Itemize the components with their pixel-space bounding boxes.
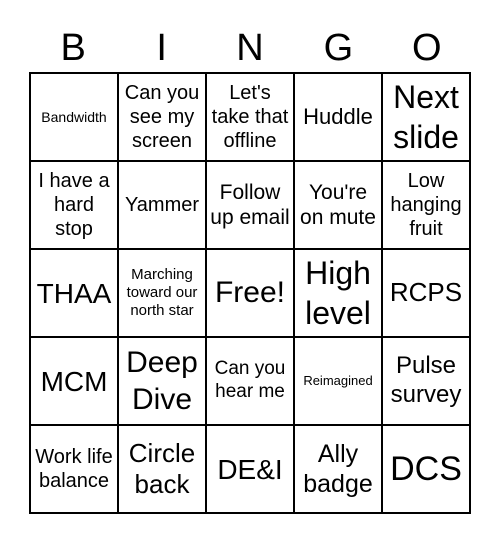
bingo-cell[interactable]: Can you hear me — [206, 337, 294, 425]
header-letter-b: B — [60, 27, 86, 69]
bingo-cell[interactable]: Work life balance — [30, 425, 118, 513]
bingo-cell[interactable]: Bandwidth — [30, 73, 118, 161]
bingo-header: B I N G O — [29, 26, 471, 70]
bingo-cell[interactable]: High level — [294, 249, 382, 337]
header-letter-n: N — [236, 27, 264, 69]
bingo-cell[interactable]: DCS — [382, 425, 470, 513]
bingo-cell[interactable]: Low hanging fruit — [382, 161, 470, 249]
header-letter-i: I — [156, 27, 167, 69]
bingo-grid: Bandwidth Can you see my screen Let's take… — [29, 72, 471, 514]
bingo-cell[interactable]: Huddle — [294, 73, 382, 161]
bingo-cell[interactable]: Can you see my screen — [118, 73, 206, 161]
header-letter-o: O — [412, 27, 442, 69]
bingo-cell[interactable]: Next slide — [382, 73, 470, 161]
bingo-cell[interactable]: Follow up email — [206, 161, 294, 249]
bingo-cell[interactable]: Reimagined — [294, 337, 382, 425]
bingo-cell[interactable]: Free! — [206, 249, 294, 337]
bingo-cell[interactable]: Deep Dive — [118, 337, 206, 425]
bingo-cell[interactable]: MCM — [30, 337, 118, 425]
bingo-cell[interactable]: Ally badge — [294, 425, 382, 513]
bingo-cell[interactable]: THAA — [30, 249, 118, 337]
bingo-cell[interactable]: Pulse survey — [382, 337, 470, 425]
bingo-cell[interactable]: DE&I — [206, 425, 294, 513]
bingo-cell[interactable]: Marching toward our north star — [118, 249, 206, 337]
bingo-cell[interactable]: Yammer — [118, 161, 206, 249]
header-letter-g: G — [323, 27, 354, 69]
bingo-cell[interactable]: Circle back — [118, 425, 206, 513]
bingo-cell[interactable]: RCPS — [382, 249, 470, 337]
bingo-cell[interactable]: I have a hard stop — [30, 161, 118, 249]
bingo-cell[interactable]: You're on mute — [294, 161, 382, 249]
bingo-cell[interactable]: Let's take that offline — [206, 73, 294, 161]
